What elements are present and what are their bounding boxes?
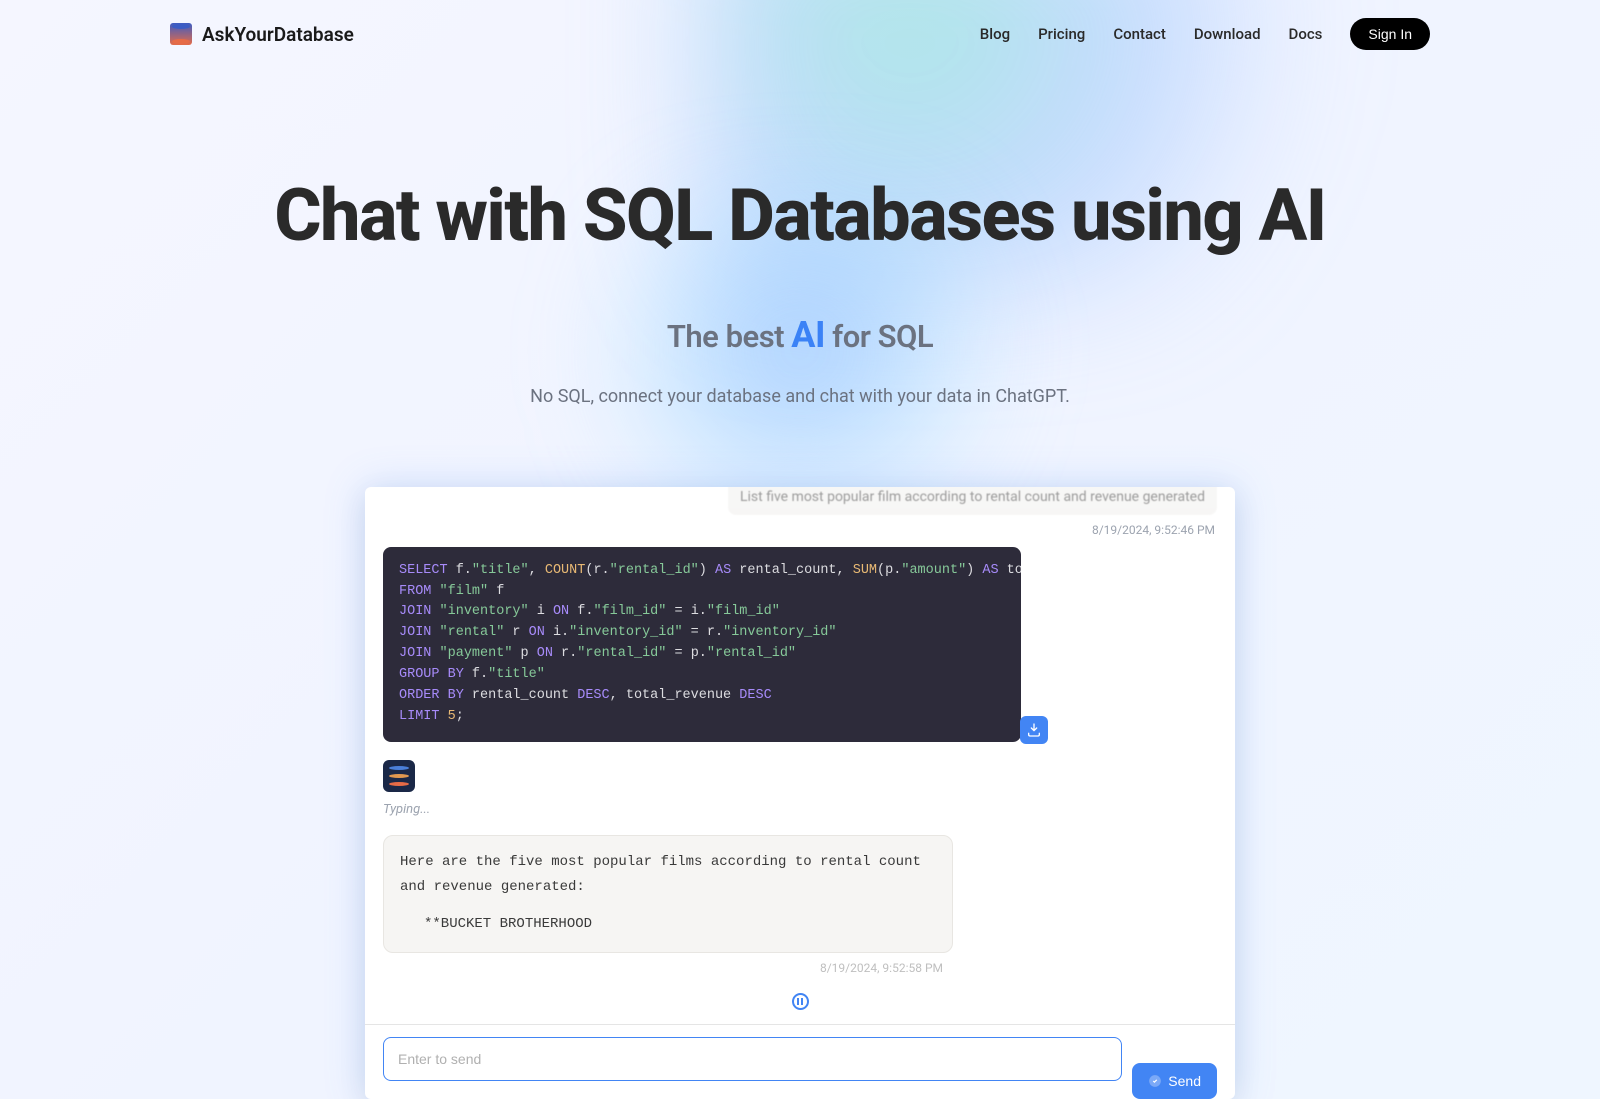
- download-icon: [1026, 722, 1042, 738]
- hero-description: No SQL, connect your database and chat w…: [20, 386, 1580, 407]
- nav-contact[interactable]: Contact: [1113, 25, 1166, 43]
- user-message: List five most popular film according to…: [728, 487, 1217, 515]
- signin-button[interactable]: Sign In: [1350, 18, 1430, 50]
- response-intro: Here are the five most popular films acc…: [400, 850, 936, 900]
- nav-pricing[interactable]: Pricing: [1038, 25, 1085, 43]
- timestamp-user: 8/19/2024, 9:52:46 PM: [383, 523, 1215, 537]
- nav-docs[interactable]: Docs: [1289, 25, 1323, 43]
- hero-sub-ai: AI: [791, 314, 825, 356]
- typing-indicator: Typing...: [383, 802, 1217, 817]
- header: AskYourDatabase Blog Pricing Contact Dow…: [0, 0, 1600, 68]
- pause-container: [383, 993, 1217, 1024]
- hero-title: Chat with SQL Databases using AI: [20, 178, 1580, 254]
- bot-response: Here are the five most popular films acc…: [383, 835, 953, 953]
- chat-demo: List five most popular film according to…: [365, 487, 1235, 1099]
- send-label: Send: [1168, 1073, 1201, 1089]
- nav-blog[interactable]: Blog: [980, 25, 1010, 43]
- hero-sub-suffix: for SQL: [825, 318, 933, 355]
- sql-code-container: SELECT f."title", COUNT(r."rental_id") A…: [383, 547, 1021, 742]
- response-item: **BUCKET BROTHERHOOD: [400, 912, 936, 937]
- send-button[interactable]: Send: [1132, 1063, 1217, 1099]
- timestamp-bot: 8/19/2024, 9:52:58 PM: [383, 961, 943, 975]
- bot-avatar: [383, 760, 415, 792]
- chat-input-area: Send: [365, 1024, 1235, 1099]
- pause-button[interactable]: [792, 993, 809, 1010]
- hero-sub-prefix: The best: [667, 318, 791, 355]
- main-nav: Blog Pricing Contact Download Docs Sign …: [980, 18, 1430, 50]
- logo-group[interactable]: AskYourDatabase: [170, 23, 354, 46]
- brand-name: AskYourDatabase: [202, 23, 354, 46]
- hero: Chat with SQL Databases using AI The bes…: [0, 68, 1600, 447]
- sql-code-block: SELECT f."title", COUNT(r."rental_id") A…: [383, 547, 1021, 742]
- download-sql-button[interactable]: [1020, 716, 1048, 744]
- send-icon: [1148, 1074, 1162, 1088]
- hero-subtitle: The best AI for SQL: [20, 314, 1580, 356]
- chat-input[interactable]: [383, 1037, 1122, 1081]
- nav-download[interactable]: Download: [1194, 25, 1261, 43]
- logo-icon: [170, 23, 192, 45]
